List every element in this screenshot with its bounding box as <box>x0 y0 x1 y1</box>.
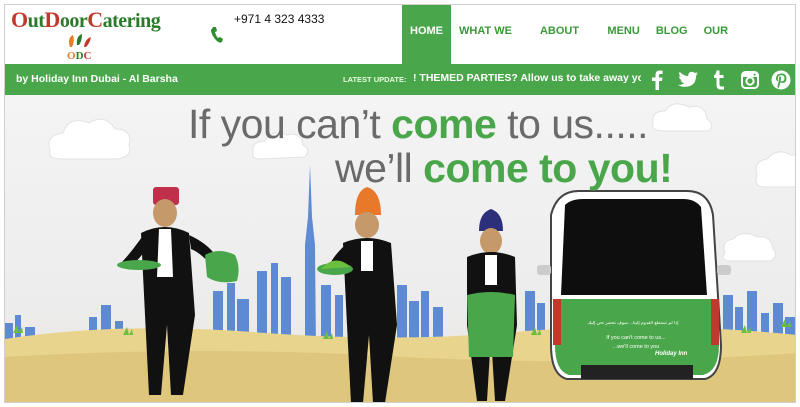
hero-headline-line1: If you can’t come to us..... <box>188 101 649 147</box>
instagram-link[interactable] <box>734 64 765 95</box>
latest-update-label: LATEST UPDATE: <box>343 75 407 84</box>
twitter-link[interactable] <box>672 64 703 95</box>
logo-mark-icon: ODC <box>67 34 92 61</box>
pinterest-link[interactable] <box>765 64 795 95</box>
site-logo[interactable]: OutDoorCatering <box>11 7 161 33</box>
info-bar: by Holiday Inn Dubai - Al Barsha LATEST … <box>5 64 795 95</box>
phone-icon <box>211 27 223 43</box>
nav-menu[interactable]: MENU <box>599 5 647 64</box>
nav-blog[interactable]: BLOG <box>648 5 696 64</box>
nav-what-we-do[interactable]: WHAT WE DO <box>451 5 532 89</box>
nav-home[interactable]: HOME <box>402 5 451 64</box>
tumblr-link[interactable] <box>703 64 734 95</box>
main-nav: HOME WHAT WE DO ABOUT US MENU BLOG OUR S… <box>402 5 795 89</box>
hero-banner[interactable]: إذا لم تستطع القدوم إلينا... سوف نحضر نح… <box>5 95 795 402</box>
van-slogan-line1: If you can't come to us... <box>606 335 666 341</box>
header-phone[interactable]: +971 4 323 4333 <box>210 12 324 43</box>
page-frame: OutDoorCatering ODC +971 4 323 4333 HOME… <box>4 4 796 403</box>
news-ticker[interactable]: ! THEMED PARTIES? Allow us to take away … <box>413 72 641 84</box>
nav-about-us[interactable]: ABOUT US <box>532 5 599 89</box>
van-arabic-text: إذا لم تستطع القدوم إلينا... سوف نحضر نح… <box>587 321 679 325</box>
nav-our-successes[interactable]: OUR SUCCESSES <box>696 5 795 89</box>
site-header: OutDoorCatering ODC +971 4 323 4333 HOME… <box>5 5 795 89</box>
facebook-link[interactable] <box>641 64 672 95</box>
logo-wordmark: OutDoorCatering <box>11 7 161 32</box>
hotel-location-label: by Holiday Inn Dubai - Al Barsha <box>16 73 178 85</box>
svg-text:ODC: ODC <box>67 50 92 61</box>
ticker-text[interactable]: ! THEMED PARTIES? Allow us to take away … <box>413 72 641 84</box>
social-links <box>641 64 795 95</box>
van-brand-logo: Holiday Inn <box>655 351 688 357</box>
twitter-icon <box>677 71 698 87</box>
catering-van <box>537 190 731 380</box>
facebook-icon <box>651 70 663 90</box>
tumblr-icon <box>713 70 724 89</box>
phone-number[interactable]: +971 4 323 4333 <box>234 12 324 26</box>
van-slogan-line2: ...we'll come to you <box>612 344 660 350</box>
cloud-icon <box>48 118 131 160</box>
instagram-icon <box>740 70 759 89</box>
pinterest-icon <box>771 70 790 89</box>
hero-headline-line2: we’ll come to you! <box>335 145 673 191</box>
